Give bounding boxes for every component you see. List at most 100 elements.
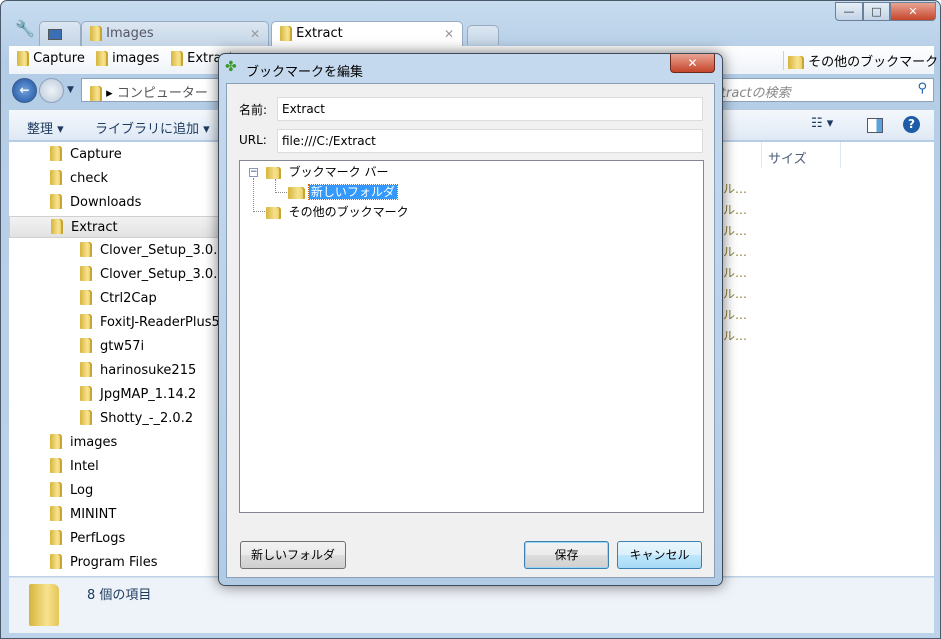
nav-item-label: check [70,171,109,186]
column-header-size[interactable]: サイズ [761,142,841,168]
name-field[interactable]: Extract [277,97,703,121]
save-button[interactable]: 保存 [524,541,609,569]
dialog-close-button[interactable]: ✕ [670,54,715,73]
folder-icon [80,410,92,425]
help-icon[interactable]: ? [903,116,920,133]
nav-item-label: MININT [70,507,117,522]
nav-item-label: Downloads [70,195,142,210]
file-name-fragment[interactable]: ル… [723,180,747,197]
folder-icon [96,51,108,66]
folder-tree[interactable]: − ブックマーク バー 新しいフォルダ その他のブックマーク [239,160,704,513]
nav-item-label: Extract [71,220,118,235]
file-name-fragment[interactable]: ル… [723,222,747,239]
file-list: サイズ ル… ル… ル… ル… ル… ル… ル… ル… [723,142,934,576]
nav-item-label: Log [70,483,94,498]
view-options-icon[interactable]: ☷ ▾ [811,116,833,131]
file-name-fragment[interactable]: ル… [723,285,747,302]
bookmark-label: Capture [33,51,85,66]
back-button[interactable]: ← [12,78,37,103]
history-dropdown[interactable]: ▼ [67,85,74,95]
file-name-fragment[interactable]: ル… [723,243,747,260]
nav-item-label: Ctrl2Cap [100,291,157,306]
dialog-title: ブックマークを編集 [246,65,364,80]
search-input[interactable]: Extractの検索 ⚲ [696,78,934,102]
nav-item-label: JpgMAP_1.14.2 [100,387,197,402]
breadcrumb-separator: ▸ [106,86,113,101]
tree-line [253,211,265,212]
file-name-fragment[interactable]: ル… [723,327,747,344]
folder-icon [50,170,62,185]
other-bookmarks[interactable]: その他のブックマーク [783,51,938,70]
tree-expander[interactable]: − [249,168,258,177]
tree-label: ブックマーク バー [288,165,389,179]
tree-label: 新しいフォルダ [307,184,398,200]
wrench-icon[interactable]: 🔧 [15,19,35,38]
folder-icon [50,506,62,521]
computer-icon [48,29,62,40]
nav-item-label: Shotty_-_2.0.2 [100,411,194,426]
nav-item-label: gtw57i [100,339,145,354]
tree-label: その他のブックマーク [288,205,409,219]
organize-button[interactable]: 整理 ▾ [27,118,64,137]
folder-icon [266,166,281,179]
folder-large-icon [29,584,59,626]
folder-icon [50,458,62,473]
folder-icon [50,482,62,497]
nav-item-label: Capture [70,147,122,162]
search-icon[interactable]: ⚲ [917,81,927,96]
tab-extract[interactable]: Extract ✕ [271,21,463,48]
folder-icon [171,51,183,66]
name-label: 名前: [239,103,268,117]
close-tab-icon[interactable]: ✕ [250,27,260,41]
tree-line [275,192,287,193]
tree-item-new-folder[interactable]: 新しいフォルダ [288,183,398,201]
open-folder-icon [288,186,305,199]
tab-label: Images [106,26,154,41]
folder-icon [90,26,102,41]
bookmark-label: その他のブックマーク [808,55,939,70]
folder-icon [50,194,62,209]
folder-icon [80,338,92,353]
new-folder-button[interactable]: 新しいフォルダ [240,541,346,569]
file-name-fragment[interactable]: ル… [723,264,747,281]
close-tab-icon[interactable]: ✕ [444,27,454,41]
breadcrumb-computer[interactable]: コンピューター [117,86,208,101]
folder-icon [80,362,92,377]
folder-icon [80,386,92,401]
nav-item-label: Program Files [70,555,158,570]
edit-bookmark-dialog: ✤ ブックマークを編集 ✕ 名前: Extract URL: file:///C… [218,53,723,586]
tree-item-bookmark-bar[interactable]: ブックマーク バー [266,163,388,181]
folder-icon [50,434,62,449]
close-button[interactable]: ✕ [890,2,936,21]
maximize-button[interactable]: □ [863,2,890,21]
folder-icon [51,219,63,234]
folder-icon [788,56,804,69]
cancel-button[interactable]: キャンセル [617,541,702,569]
url-label: URL: [239,133,267,147]
folder-icon [50,530,62,545]
bookmark-images[interactable]: images [96,51,159,66]
tab-computer[interactable] [39,21,81,47]
nav-item-label: PerfLogs [70,531,126,546]
bookmark-capture[interactable]: Capture [17,51,85,66]
nav-item-label: images [70,435,118,450]
file-name-fragment[interactable]: ル… [723,306,747,323]
tree-line [275,179,276,193]
nav-item-label: Intel [70,459,99,474]
file-name-fragment[interactable]: ル… [723,201,747,218]
dialog-body: 名前: Extract URL: file:///C:/Extract − ブッ… [226,83,715,578]
tree-line [253,178,254,212]
url-field[interactable]: file:///C:/Extract [277,129,703,153]
clover-icon: ✤ [225,59,237,75]
tab-images[interactable]: Images ✕ [81,21,269,47]
folder-icon [80,314,92,329]
preview-pane-icon[interactable] [867,118,883,133]
add-to-library-button[interactable]: ライブラリに追加 ▾ [95,118,210,137]
forward-button[interactable] [39,78,64,103]
tab-label: Extract [296,26,343,41]
minimize-button[interactable]: — [835,2,863,21]
folder-icon [17,51,29,66]
tree-item-other-bookmarks[interactable]: その他のブックマーク [266,203,409,221]
new-tab-button[interactable] [467,25,499,45]
folder-icon [80,266,92,281]
